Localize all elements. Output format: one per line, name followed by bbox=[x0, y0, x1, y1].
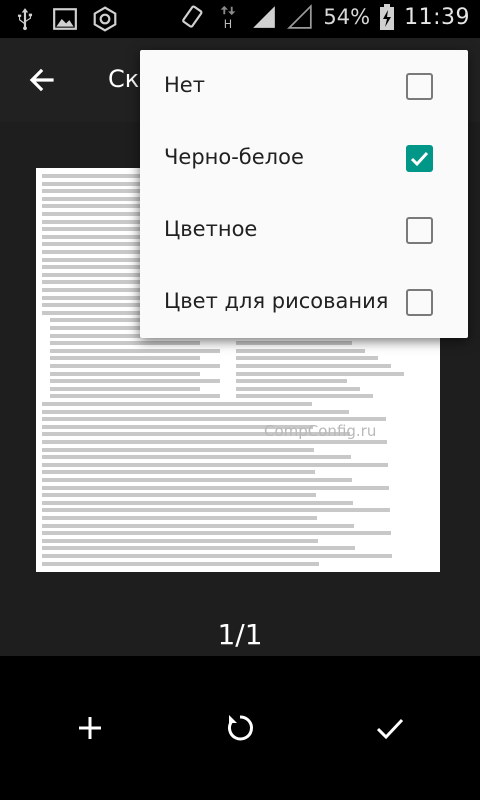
hexagon-nut-icon bbox=[93, 6, 117, 32]
scan-text-line bbox=[42, 561, 319, 566]
signal-empty-icon bbox=[287, 4, 313, 29]
scan-text-line bbox=[236, 386, 360, 391]
scan-text-line bbox=[236, 394, 373, 399]
add-icon[interactable] bbox=[70, 708, 110, 748]
scan-text-line bbox=[236, 364, 391, 368]
menu-item-color[interactable]: Цветное bbox=[140, 194, 468, 266]
checkbox-black-white[interactable] bbox=[406, 145, 433, 172]
scan-text-line bbox=[42, 485, 389, 490]
scan-text-line bbox=[42, 508, 390, 513]
scan-text-line bbox=[236, 379, 347, 384]
scan-text-line bbox=[50, 348, 220, 353]
scan-text-line bbox=[42, 493, 316, 498]
data-h-icon: H bbox=[220, 5, 236, 30]
menu-item-black-white[interactable]: Черно-белое bbox=[140, 122, 468, 194]
scan-text-line bbox=[50, 341, 200, 346]
scan-text-line bbox=[42, 455, 351, 460]
confirm-check-icon[interactable] bbox=[370, 708, 410, 748]
menu-item-label: Цвет для рисования bbox=[164, 289, 389, 313]
scan-text-line bbox=[50, 371, 200, 376]
rotate-phone-icon bbox=[182, 5, 203, 28]
scan-text-line bbox=[42, 417, 386, 422]
scan-text-line bbox=[42, 531, 391, 536]
back-arrow-icon[interactable] bbox=[22, 60, 62, 100]
scan-text-line bbox=[50, 356, 200, 361]
scan-text-line bbox=[42, 440, 387, 444]
menu-item-label: Нет bbox=[164, 73, 205, 97]
scan-text-line bbox=[42, 523, 354, 528]
checkmark-icon bbox=[410, 151, 429, 167]
scan-text-line bbox=[42, 447, 314, 452]
scan-text-line bbox=[42, 516, 317, 520]
scan-text-line bbox=[42, 462, 388, 467]
scan-text-line bbox=[42, 470, 315, 475]
battery-percent: 54% bbox=[323, 5, 371, 29]
scan-text-line bbox=[42, 554, 392, 558]
battery-charging-icon bbox=[380, 4, 395, 30]
bottom-action-bar bbox=[0, 656, 480, 800]
signal-strong-icon bbox=[253, 6, 276, 28]
scan-text-line bbox=[50, 364, 220, 368]
scan-text-line bbox=[42, 546, 355, 551]
scan-text-line bbox=[50, 379, 220, 384]
checkbox-drawing-color[interactable] bbox=[406, 289, 433, 316]
watermark-text: CompConfig.ru bbox=[264, 422, 377, 440]
rotate-icon[interactable] bbox=[220, 708, 260, 748]
scan-text-line bbox=[42, 478, 352, 482]
scan-text-line bbox=[42, 500, 353, 505]
scan-text-line bbox=[236, 348, 365, 353]
menu-item-none[interactable]: Нет bbox=[140, 50, 468, 122]
checkbox-color[interactable] bbox=[406, 217, 433, 244]
menu-item-label: Цветное bbox=[164, 217, 258, 241]
page-title: Ск bbox=[108, 65, 140, 93]
status-bar: H 54% 11:39 bbox=[0, 0, 480, 38]
scan-text-line bbox=[42, 538, 318, 543]
color-mode-menu: Нет Черно-белое Цветное Цвет для рисован… bbox=[140, 50, 468, 338]
scan-text-line bbox=[42, 409, 349, 414]
menu-item-drawing-color[interactable]: Цвет для рисования bbox=[140, 266, 468, 338]
menu-item-label: Черно-белое bbox=[164, 145, 304, 169]
usb-icon bbox=[17, 8, 33, 31]
clock: 11:39 bbox=[404, 4, 470, 30]
scan-text-line bbox=[236, 356, 378, 361]
image-icon bbox=[53, 8, 77, 30]
scan-text-line bbox=[42, 402, 312, 406]
scan-text-line bbox=[50, 386, 200, 391]
page-counter: 1/1 bbox=[217, 618, 263, 651]
checkbox-none[interactable] bbox=[406, 73, 433, 100]
scan-text-line bbox=[50, 394, 220, 399]
scan-text-line bbox=[236, 371, 404, 376]
scan-text-line bbox=[236, 341, 352, 346]
svg-text:H: H bbox=[224, 18, 232, 30]
